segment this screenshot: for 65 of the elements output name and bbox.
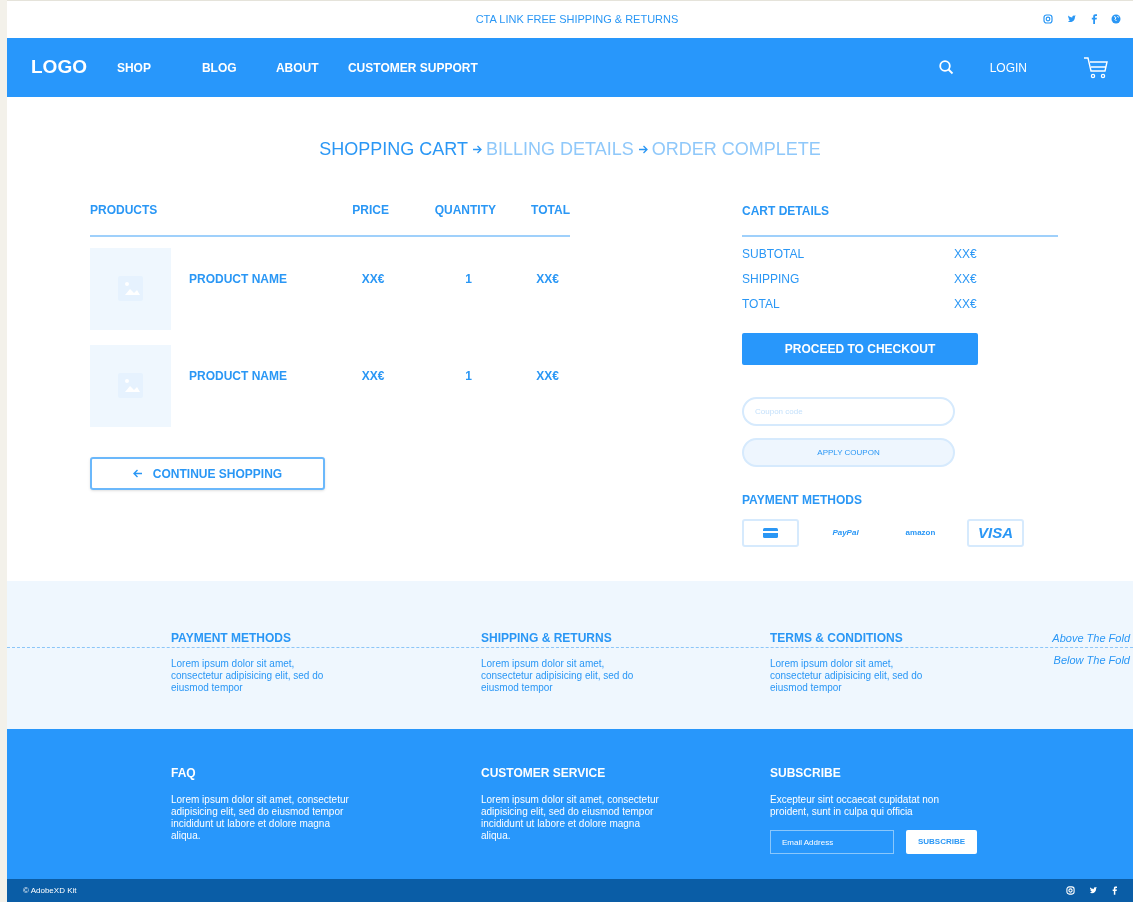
fold-label: Below The Fold bbox=[1053, 653, 1130, 668]
checkout-button[interactable]: PROCEED TO CHECKOUT bbox=[742, 333, 978, 365]
nav-link[interactable]: BLOG bbox=[201, 58, 276, 77]
globe-icon[interactable] bbox=[1111, 14, 1121, 24]
column-header: PRICE bbox=[351, 202, 390, 219]
facebook-icon[interactable] bbox=[1112, 886, 1117, 895]
twitter-icon[interactable] bbox=[1089, 886, 1098, 895]
info-text: Lorem ipsum dolor sit amet, consectetur adipisicing elit, sed do eiusmod tempor bbox=[770, 658, 924, 694]
payment-option[interactable]: amazon bbox=[892, 519, 949, 547]
subscribe-title: SUBSCRIBE bbox=[770, 765, 842, 782]
product-name: PRODUCT NAME bbox=[188, 271, 288, 288]
column-header: QUANTITY bbox=[433, 202, 498, 219]
table-cell-text: 1 bbox=[464, 368, 473, 385]
payment-option[interactable] bbox=[742, 519, 799, 547]
footer-title: FAQ bbox=[171, 765, 197, 782]
footer-text: Lorem ipsum dolor sit amet, consectetur adipisicing elit, sed do eiusmod tempor incididunt ut labore et dolore magna aliqua. bbox=[481, 794, 660, 842]
twitter-icon[interactable] bbox=[1067, 14, 1077, 24]
search-icon[interactable] bbox=[938, 60, 954, 75]
nav-link[interactable]: CUSTOMER SUPPORT bbox=[347, 58, 478, 77]
info-title: SHIPPING & RETURNS bbox=[481, 630, 612, 647]
credit-card-icon bbox=[763, 528, 778, 538]
apply-coupon-button[interactable]: APPLY COUPON bbox=[742, 438, 955, 467]
continue-shopping-button[interactable]: CONTINUE SHOPPING bbox=[90, 457, 325, 490]
arrow-right-icon bbox=[637, 144, 648, 154]
info-text: Lorem ipsum dolor sit amet, consectetur adipisicing elit, sed do eiusmod tempor bbox=[481, 658, 635, 694]
cart-icon[interactable] bbox=[1083, 55, 1109, 80]
info-title: TERMS & CONDITIONS bbox=[770, 630, 903, 647]
cart-details-title: CART DETAILS bbox=[742, 199, 1058, 237]
summary-label: SUBTOTAL bbox=[742, 246, 806, 263]
summary-value: XX€ bbox=[954, 246, 977, 263]
instagram-icon[interactable] bbox=[1043, 14, 1053, 24]
info-text: Lorem ipsum dolor sit amet, consectetur adipisicing elit, sed do eiusmod tempor bbox=[171, 658, 325, 694]
checkout-step: SHOPPING CART bbox=[319, 135, 468, 163]
nav-link[interactable]: SHOP bbox=[116, 58, 202, 77]
fold-label: Above The Fold bbox=[1052, 631, 1130, 646]
table-cell-text: XX€ bbox=[360, 368, 386, 385]
payment-option[interactable]: PayPal bbox=[817, 519, 874, 547]
summary-value: XX€ bbox=[954, 271, 977, 288]
summary-label: SHIPPING bbox=[742, 271, 801, 288]
table-cell-text: XX€ bbox=[535, 368, 559, 385]
summary-label: TOTAL bbox=[742, 296, 781, 313]
subscribe-text: Excepteur sint occaecat cupidatat non proident, sunt in culpa qui officia bbox=[770, 794, 940, 818]
info-title: PAYMENT METHODS bbox=[171, 630, 291, 647]
facebook-icon[interactable] bbox=[1091, 14, 1097, 24]
cta-link[interactable]: CTA LINK FREE SHIPPING & RETURNS bbox=[461, 11, 679, 28]
copyright: © AdobeXD Kit bbox=[23, 884, 77, 897]
payment-option[interactable]: VISA bbox=[967, 519, 1024, 547]
logo[interactable]: LOGO bbox=[31, 53, 87, 82]
arrow-left-icon bbox=[132, 469, 143, 478]
footer-text: Lorem ipsum dolor sit amet, consectetur adipisicing elit, sed do eiusmod tempor incididunt ut labore et dolore magna aliqua. bbox=[171, 794, 350, 842]
summary-value: XX€ bbox=[954, 296, 977, 313]
login-link[interactable]: LOGIN bbox=[989, 58, 1027, 77]
checkout-step: ORDER COMPLETE bbox=[651, 135, 821, 163]
arrow-right-icon bbox=[471, 144, 482, 154]
table-cell-text: 1 bbox=[464, 271, 473, 288]
nav-link[interactable]: ABOUT bbox=[275, 58, 348, 77]
table-cell-text: XX€ bbox=[535, 271, 559, 288]
column-header: TOTAL bbox=[530, 202, 570, 219]
table-cell-text: XX€ bbox=[360, 271, 386, 288]
payment-methods-title: PAYMENT METHODS bbox=[742, 492, 863, 509]
subscribe-button[interactable]: SUBSCRIBE bbox=[906, 830, 977, 854]
column-header: PRODUCTS bbox=[90, 202, 159, 219]
checkout-step: BILLING DETAILS bbox=[485, 135, 634, 163]
email-field[interactable]: Email Address bbox=[770, 830, 894, 854]
product-name: PRODUCT NAME bbox=[188, 368, 288, 385]
